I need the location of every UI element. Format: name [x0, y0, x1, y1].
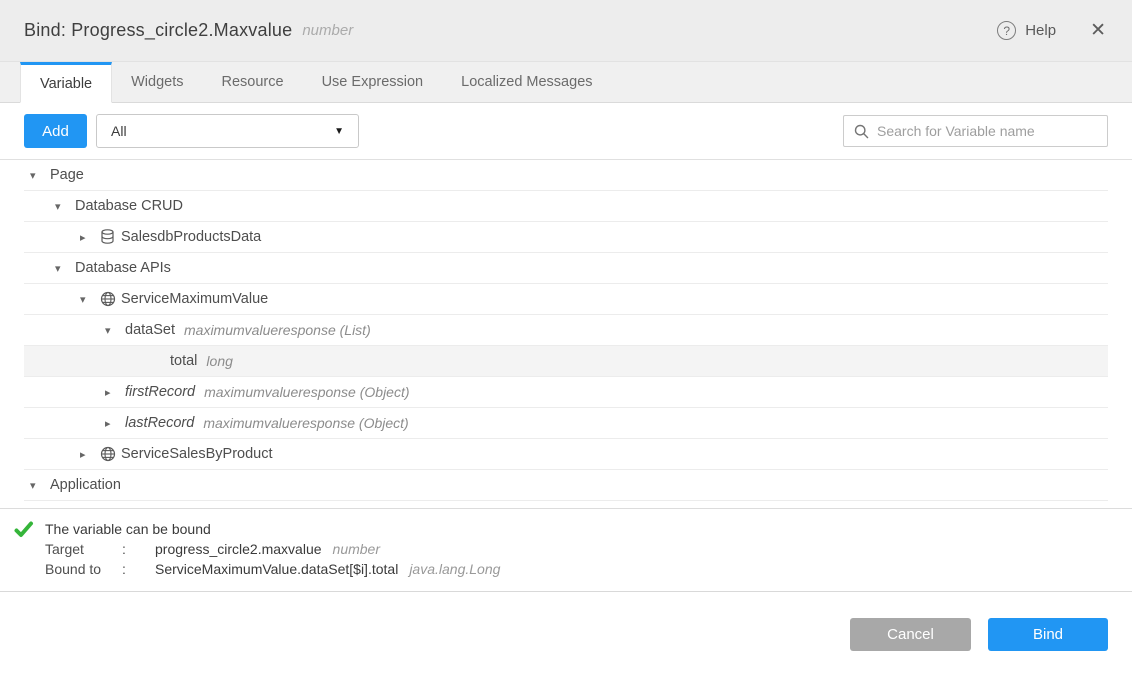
web-service-icon: [100, 291, 121, 307]
search-icon: [854, 124, 869, 139]
dialog-title: Bind: Progress_circle2.Maxvalue: [24, 20, 292, 41]
tree-node-page[interactable]: ▾ Page: [24, 160, 1108, 191]
help-button[interactable]: ? Help: [997, 21, 1056, 40]
dialog-title-type-hint: number: [302, 22, 353, 39]
tab-use-expression[interactable]: Use Expression: [303, 62, 443, 102]
tab-localized-messages[interactable]: Localized Messages: [442, 62, 611, 102]
tree-node-total-selected[interactable]: total long: [24, 346, 1108, 377]
variable-search-box[interactable]: [843, 115, 1108, 147]
tab-widgets[interactable]: Widgets: [112, 62, 202, 102]
bound-to-colon: :: [122, 559, 155, 579]
database-icon: [100, 229, 121, 245]
chevron-right-icon[interactable]: ▸: [105, 417, 125, 430]
tree-node-dataset[interactable]: ▾ dataSet maximumvalueresponse (List): [24, 315, 1108, 346]
web-service-icon: [100, 446, 121, 462]
tree-node-label: firstRecord: [125, 384, 195, 400]
tree-node-type: maximumvalueresponse (List): [184, 322, 371, 338]
tree-node-lastrecord[interactable]: ▸ lastRecord maximumvalueresponse (Objec…: [24, 408, 1108, 439]
chevron-right-icon[interactable]: ▸: [80, 231, 100, 244]
dialog-footer: Cancel Bind: [0, 592, 1132, 651]
tree-node-application[interactable]: ▾ Application: [24, 470, 1108, 501]
chevron-down-icon[interactable]: ▾: [105, 324, 125, 337]
target-colon: :: [122, 539, 155, 559]
tree-node-label: ServiceSalesByProduct: [121, 446, 273, 462]
tree-node-label: lastRecord: [125, 415, 194, 431]
variable-search-input[interactable]: [877, 123, 1097, 139]
tree-node-label: Database APIs: [75, 260, 171, 276]
tree-node-label: total: [170, 353, 197, 369]
chevron-down-icon[interactable]: ▾: [55, 200, 75, 213]
variable-tree: ▾ Page ▾ Database CRUD ▸ SalesdbProducts…: [0, 160, 1132, 509]
bound-to-type: java.lang.Long: [409, 559, 500, 579]
chevron-down-icon[interactable]: ▾: [55, 262, 75, 275]
tab-resource[interactable]: Resource: [203, 62, 303, 102]
bound-to-row: Bound to : ServiceMaximumValue.dataSet[$…: [45, 559, 1108, 579]
close-icon[interactable]: ✕: [1090, 21, 1106, 40]
binding-status-message: The variable can be bound: [45, 519, 1108, 539]
bound-to-label: Bound to: [45, 559, 122, 579]
tree-node-salesdbproductsdata[interactable]: ▸ SalesdbProductsData: [24, 222, 1108, 253]
dialog-titlebar: Bind: Progress_circle2.Maxvalue number ?…: [0, 0, 1132, 62]
tree-node-label: Application: [50, 477, 121, 493]
binding-target-row: Target : progress_circle2.maxvalue numbe…: [45, 539, 1108, 559]
variable-filter-value: All: [111, 123, 127, 139]
target-label: Target: [45, 539, 122, 559]
tree-node-label: Page: [50, 167, 84, 183]
tab-variable[interactable]: Variable: [20, 62, 112, 103]
tree-node-label: Database CRUD: [75, 198, 183, 214]
tree-node-label: SalesdbProductsData: [121, 229, 261, 245]
variable-toolbar: Add All ▼: [0, 103, 1132, 160]
tree-node-type: maximumvalueresponse (Object): [203, 415, 408, 431]
tree-node-label: dataSet: [125, 322, 175, 338]
chevron-right-icon[interactable]: ▸: [105, 386, 125, 399]
chevron-down-icon[interactable]: ▾: [30, 169, 50, 182]
tree-node-database-apis[interactable]: ▾ Database APIs: [24, 253, 1108, 284]
bind-button[interactable]: Bind: [988, 618, 1108, 651]
tab-bar: Variable Widgets Resource Use Expression…: [0, 62, 1132, 103]
target-value: progress_circle2.maxvalue: [155, 539, 322, 559]
chevron-down-icon[interactable]: ▾: [30, 479, 50, 492]
success-check-icon: [14, 519, 45, 579]
tree-node-servicemaximumvalue[interactable]: ▾ ServiceMaximumValue: [24, 284, 1108, 315]
help-label: Help: [1025, 22, 1056, 39]
add-variable-button[interactable]: Add: [24, 114, 87, 148]
tree-node-firstrecord[interactable]: ▸ firstRecord maximumvalueresponse (Obje…: [24, 377, 1108, 408]
tree-node-type: maximumvalueresponse (Object): [204, 384, 409, 400]
chevron-down-icon[interactable]: ▾: [80, 293, 100, 306]
tree-node-servicesalesbyproduct[interactable]: ▸ ServiceSalesByProduct: [24, 439, 1108, 470]
binding-status-body: The variable can be bound Target : progr…: [45, 519, 1108, 579]
tree-node-label: ServiceMaximumValue: [121, 291, 268, 307]
tree-node-type: long: [206, 353, 232, 369]
binding-status-panel: The variable can be bound Target : progr…: [0, 509, 1132, 592]
help-icon: ?: [997, 21, 1016, 40]
tree-node-database-crud[interactable]: ▾ Database CRUD: [24, 191, 1108, 222]
variable-filter-dropdown[interactable]: All ▼: [96, 114, 359, 148]
dropdown-caret-icon: ▼: [334, 126, 344, 137]
chevron-right-icon[interactable]: ▸: [80, 448, 100, 461]
bound-to-value: ServiceMaximumValue.dataSet[$i].total: [155, 559, 398, 579]
target-type: number: [333, 539, 380, 559]
cancel-button[interactable]: Cancel: [850, 618, 971, 651]
